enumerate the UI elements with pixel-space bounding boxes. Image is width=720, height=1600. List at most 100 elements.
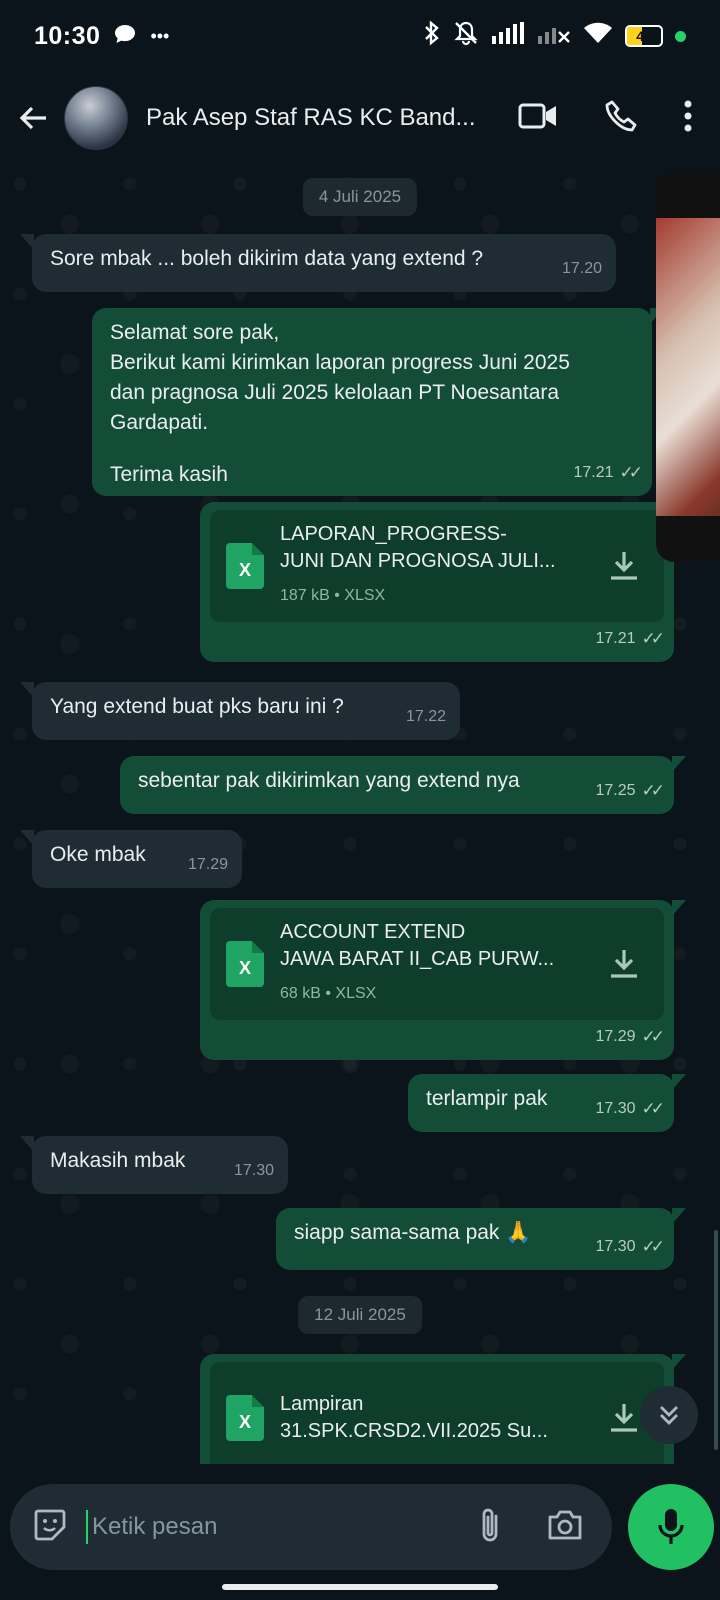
message-text: Oke mbak bbox=[50, 843, 146, 866]
download-icon bbox=[611, 950, 637, 978]
download-button[interactable] bbox=[600, 946, 648, 982]
message-line: Terima kasih bbox=[110, 463, 228, 486]
message-time: 17.20 bbox=[561, 260, 602, 277]
message-incoming[interactable]: Yang extend buat pks baru ini ? 17.22 bbox=[20, 682, 460, 740]
message-text: Sore mbak ... boleh dikirim data yang ex… bbox=[50, 247, 484, 270]
message-time: 17.22 bbox=[405, 708, 446, 725]
gesture-navigation-bar[interactable] bbox=[222, 1584, 498, 1590]
message-line: dan pragnosa Juli 2025 kelolaan PT Noesa… bbox=[110, 381, 560, 404]
message-outgoing[interactable]: Selamat sore pak, Berikut kami kirimkan … bbox=[92, 308, 664, 496]
date-divider: 12 Juli 2025 bbox=[298, 1296, 422, 1334]
bluetooth-icon bbox=[423, 19, 441, 53]
message-line: Selamat sore pak, bbox=[110, 321, 280, 344]
chat-header: Pak Asep Staf RAS KC Band... bbox=[0, 72, 720, 164]
double-chevron-down-icon bbox=[660, 1406, 678, 1425]
excel-file-icon: X bbox=[226, 1395, 264, 1441]
file-name: ACCOUNT EXTEND bbox=[280, 921, 466, 943]
message-line: Berikut kami kirimkan laporan progress J… bbox=[110, 351, 570, 374]
scrollbar[interactable] bbox=[714, 1230, 718, 1450]
camera-button[interactable] bbox=[546, 1508, 584, 1547]
file-message-outgoing[interactable]: X Lampiran 31.SPK.CRSD2.VII.2025 Su... bbox=[200, 1354, 686, 1464]
double-check-icon: ✓✓ bbox=[641, 1237, 665, 1256]
message-time: 17.30 bbox=[233, 1162, 274, 1179]
message-incoming[interactable]: Oke mbak 17.29 bbox=[20, 830, 242, 888]
battery-icon: 44 bbox=[625, 25, 663, 47]
signal-icon bbox=[491, 21, 525, 51]
status-bar: 10:30 ••• 44 bbox=[0, 0, 720, 72]
message-text: Makasih mbak bbox=[50, 1149, 186, 1172]
double-check-icon: ✓✓ bbox=[619, 463, 643, 482]
wifi-icon bbox=[583, 22, 613, 51]
message-text: sebentar pak dikirimkan yang extend nya bbox=[138, 769, 520, 792]
floating-image-preview[interactable] bbox=[656, 172, 720, 562]
more-notifications-icon: ••• bbox=[150, 25, 170, 46]
message-time: 17.30 ✓✓ bbox=[595, 1094, 665, 1124]
mute-icon bbox=[453, 20, 479, 53]
message-line: Gardapati. bbox=[110, 411, 209, 434]
video-call-button[interactable] bbox=[518, 101, 558, 136]
file-attachment[interactable]: X Lampiran 31.SPK.CRSD2.VII.2025 Su... bbox=[210, 1362, 664, 1464]
camera-icon bbox=[548, 1510, 582, 1539]
excel-file-icon: X bbox=[226, 941, 264, 987]
download-icon bbox=[611, 1404, 637, 1432]
file-name: LAPORAN_PROGRESS- bbox=[280, 523, 507, 545]
back-button[interactable] bbox=[14, 98, 54, 138]
file-name: Lampiran bbox=[280, 1393, 364, 1415]
scroll-to-bottom-button[interactable] bbox=[640, 1386, 698, 1444]
contact-name[interactable]: Pak Asep Staf RAS KC Band... bbox=[146, 104, 476, 132]
date-divider: 4 Juli 2025 bbox=[302, 178, 418, 216]
message-time: 17.21 ✓✓ bbox=[573, 458, 643, 488]
file-attachment[interactable]: X LAPORAN_PROGRESS- JUNI DAN PROGNOSA JU… bbox=[210, 510, 664, 622]
file-name: JUNI DAN PROGNOSA JULI... bbox=[280, 550, 556, 572]
phone-icon bbox=[605, 100, 637, 131]
signal-off-icon bbox=[537, 22, 571, 51]
message-incoming[interactable]: Sore mbak ... boleh dikirim data yang ex… bbox=[20, 234, 616, 292]
file-meta: 68 kB • XLSX bbox=[280, 985, 377, 1002]
chat-bubble-icon bbox=[114, 22, 136, 51]
double-check-icon: ✓✓ bbox=[641, 781, 665, 800]
message-text: Yang extend buat pks baru ini ? bbox=[50, 695, 344, 718]
sticker-button[interactable] bbox=[32, 1507, 68, 1548]
paperclip-icon bbox=[482, 1508, 498, 1541]
download-button[interactable] bbox=[600, 548, 648, 584]
contact-avatar[interactable] bbox=[64, 86, 128, 150]
message-time: 17.21 ✓✓ bbox=[595, 624, 665, 654]
file-name: 31.SPK.CRSD2.VII.2025 Su... bbox=[280, 1420, 548, 1442]
download-icon bbox=[611, 552, 637, 580]
message-composer: Ketik pesan bbox=[10, 1484, 612, 1570]
sticker-icon bbox=[34, 1509, 66, 1540]
preview-photo bbox=[656, 218, 720, 516]
message-time: 17.25 ✓✓ bbox=[595, 776, 665, 806]
file-name: JAWA BARAT II_CAB PURW... bbox=[280, 948, 555, 970]
microphone-icon bbox=[658, 1509, 684, 1544]
double-check-icon: ✓✓ bbox=[641, 1099, 665, 1118]
message-outgoing[interactable]: siapp sama-sama pak 🙏 17.30 ✓✓ bbox=[276, 1208, 686, 1270]
message-time: 17.29 bbox=[187, 856, 228, 873]
message-text: siapp sama-sama pak 🙏 bbox=[294, 1221, 532, 1244]
message-incoming[interactable]: Makasih mbak 17.30 bbox=[20, 1136, 288, 1194]
file-attachment[interactable]: X ACCOUNT EXTEND JAWA BARAT II_CAB PURW.… bbox=[210, 908, 664, 1020]
file-meta: 187 kB • XLSX bbox=[280, 587, 386, 604]
status-time: 10:30 bbox=[34, 21, 101, 50]
file-message-outgoing[interactable]: X ACCOUNT EXTEND JAWA BARAT II_CAB PURW.… bbox=[200, 900, 686, 1060]
more-vertical-icon bbox=[684, 100, 692, 131]
excel-file-icon: X bbox=[226, 543, 264, 589]
message-outgoing[interactable]: terlampir pak 17.30 ✓✓ bbox=[408, 1074, 686, 1132]
voice-call-button[interactable] bbox=[604, 99, 638, 138]
attach-button[interactable] bbox=[478, 1506, 502, 1549]
double-check-icon: ✓✓ bbox=[641, 629, 665, 648]
message-text: terlampir pak bbox=[426, 1087, 548, 1110]
video-camera-icon bbox=[518, 103, 556, 128]
voice-message-button[interactable] bbox=[628, 1484, 714, 1570]
privacy-indicator-icon bbox=[675, 30, 686, 42]
message-outgoing[interactable]: sebentar pak dikirimkan yang extend nya … bbox=[120, 756, 686, 814]
chat-area[interactable]: 4 Juli 2025 Sore mbak ... boleh dikirim … bbox=[0, 164, 720, 1464]
more-options-button[interactable] bbox=[684, 100, 692, 137]
file-message-outgoing[interactable]: X LAPORAN_PROGRESS- JUNI DAN PROGNOSA JU… bbox=[200, 502, 674, 662]
double-check-icon: ✓✓ bbox=[641, 1027, 665, 1046]
back-arrow-icon bbox=[19, 106, 46, 130]
message-input[interactable]: Ketik pesan bbox=[86, 1510, 478, 1544]
message-time: 17.30 ✓✓ bbox=[595, 1232, 665, 1262]
message-time: 17.29 ✓✓ bbox=[595, 1022, 665, 1052]
